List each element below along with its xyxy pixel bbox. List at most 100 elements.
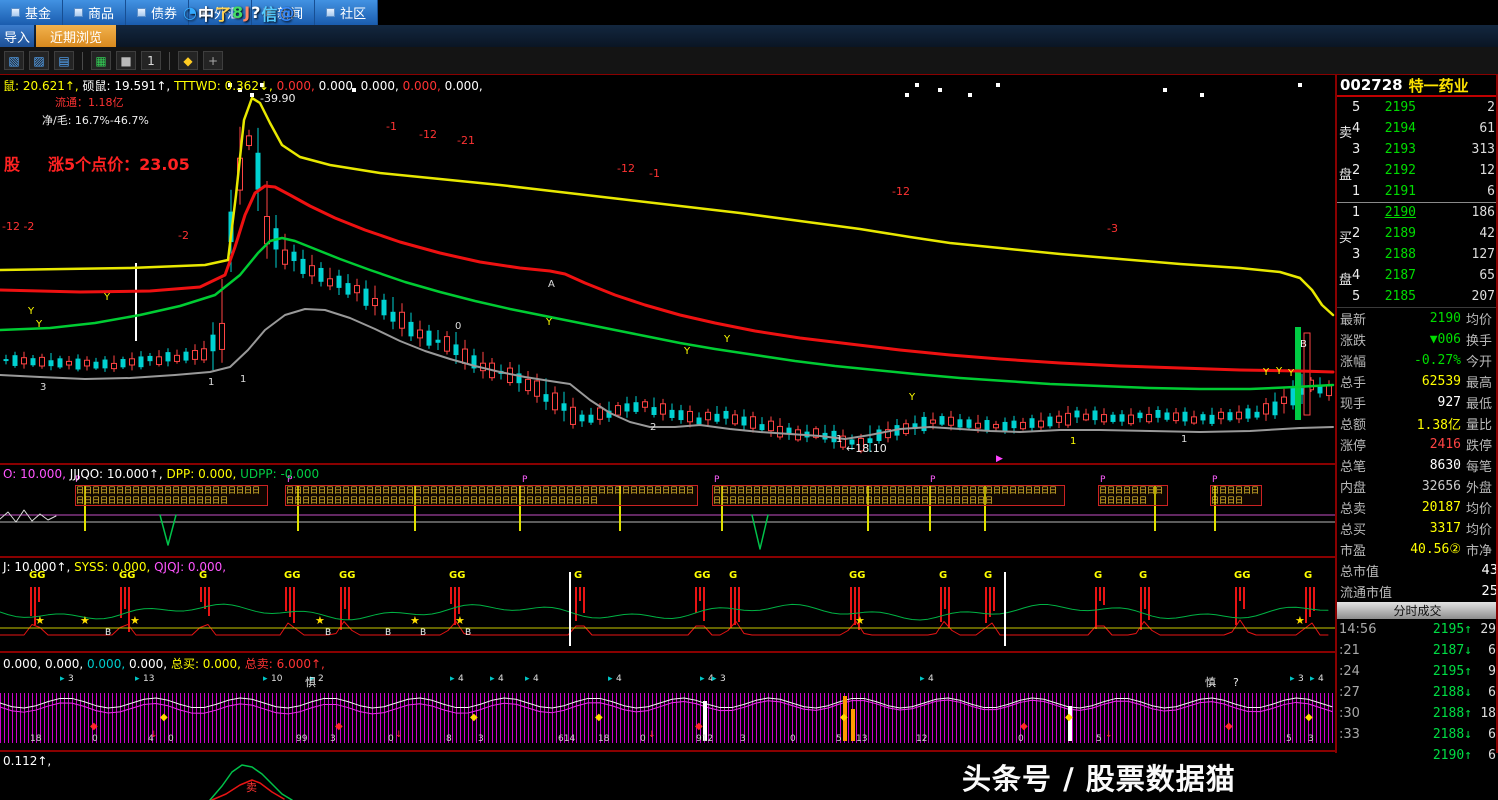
menu-item-1[interactable]: 基金	[0, 0, 63, 25]
crosshair-icon[interactable]: +	[203, 51, 223, 70]
ask-row[interactable]: 2219212	[1352, 160, 1498, 181]
grid-style-icon[interactable]: ▤	[54, 51, 74, 70]
stat-right-label: 均价	[1466, 309, 1498, 328]
menu-grid-icon	[11, 8, 20, 17]
logo-glyph: 8	[232, 3, 243, 22]
trade-volume: 6	[1472, 748, 1496, 763]
bid-row[interactable]: 52185207	[1352, 286, 1498, 307]
menu-item-2[interactable]: 商品	[63, 0, 126, 25]
stat-row: 市盈40.56② 市净	[1340, 539, 1498, 560]
level-number: 2	[1352, 163, 1366, 178]
indicator-reading: UDPP: -0.000	[240, 467, 319, 481]
ask-row[interactable]: 4219461	[1352, 118, 1498, 139]
stat-label: 市盈	[1340, 540, 1366, 559]
trade-row: :212187↓6	[1339, 640, 1496, 661]
trade-price: 2190↑	[1381, 748, 1472, 763]
volume: 61	[1416, 121, 1498, 136]
syss-header: J: 10.000↑, SYSS: 0.000, QJQJ: 0.000,	[3, 560, 226, 574]
zongmai-header: 0.000, 0.000, 0.000, 0.000, 总买: 0.000, 总…	[3, 655, 325, 672]
tab-import[interactable]: 导入	[0, 25, 34, 47]
kline-style-icon[interactable]: ▧	[4, 51, 24, 70]
jjjqo-header: O: 10.000, JJJQO: 10.000↑, DPP: 0.000, U…	[3, 467, 319, 481]
logo-glyph: 了	[215, 1, 231, 25]
indicator-panel-zongmai[interactable]: ◆◆◆◆◆◆◆◆◆◆◆▸3▸13▸10▸2▸4▸4▸4▸4▸4▸3▸4▸3▸4惧…	[0, 651, 1335, 750]
trade-row: :242195↑9	[1339, 661, 1496, 682]
level-number: 5	[1352, 100, 1366, 115]
stat-label: 涨跌	[1340, 330, 1366, 349]
stat-value: -0.27%	[1366, 353, 1461, 368]
indicator-reading: DPP: 0.000,	[167, 467, 241, 481]
buy-side-label: 买	[1339, 227, 1352, 246]
trade-row: 2190↑6	[1339, 745, 1496, 766]
tab-recent-browse[interactable]: 近期浏览	[36, 25, 116, 47]
logo-glyph: ◔	[183, 3, 197, 22]
main-kline-panel[interactable]: 流通：1.18亿净/毛: 16.7%-46.7%股涨5个点价：23.05-39.…	[0, 75, 1335, 463]
volume: 12	[1416, 163, 1498, 178]
trade-price: 2188↓	[1381, 685, 1472, 700]
stat-right-label: 最低	[1466, 393, 1498, 412]
trade-row: :272188↓6	[1339, 682, 1496, 703]
quote-stats: 最新2190均价涨跌▼006换手涨幅-0.27%今开总手62539最高现手927…	[1337, 308, 1498, 602]
stat-right-label: 外盘	[1466, 477, 1498, 496]
kline-indicator-header: 鼠: 20.621↑, 硕鼠: 19.591↑, TTTWD: 0.362↓, …	[3, 77, 483, 94]
logo-glyph: 中	[198, 1, 214, 25]
stat-value: 3317	[1366, 521, 1461, 536]
stat-label: 总市值	[1340, 561, 1379, 580]
price: 2195	[1366, 100, 1416, 115]
menu-item-6[interactable]: 社区	[315, 0, 378, 25]
level-number: 3	[1352, 142, 1366, 157]
price: 2187	[1366, 268, 1416, 283]
volume: 2	[1416, 100, 1498, 115]
menu-item-3[interactable]: 债券	[126, 0, 189, 25]
app-logo: ◔中了8J?信@	[183, 1, 294, 24]
level-number: 2	[1352, 226, 1366, 241]
stock-title-bar[interactable]: 002728 特一药业	[1337, 75, 1498, 97]
menu-item-label: 债券	[151, 3, 177, 22]
stat-label: 内盘	[1340, 477, 1366, 496]
trade-volume: 6	[1472, 727, 1496, 742]
bid-row[interactable]: 12190186	[1352, 202, 1498, 223]
bid-row[interactable]: 32188127	[1352, 244, 1498, 265]
tick-trade-list[interactable]: 14:562195↑29:212187↓6:242195↑9:272188↓6:…	[1337, 619, 1498, 766]
logo-glyph: ?	[251, 3, 260, 22]
indicator-reading: J: 10.000↑,	[3, 560, 74, 574]
stat-right-label: 每笔	[1466, 456, 1498, 475]
stat-row: 总额1.38亿量比	[1340, 413, 1498, 434]
trade-time: :33	[1339, 727, 1381, 742]
indicator-panel-jjjqo[interactable]: 日日日日日日日日日日日日日日日日日日日日日日日日日日日日日日日日日日日日日日日日…	[0, 463, 1335, 556]
stat-value: 40.56②	[1366, 542, 1461, 557]
price: 2189	[1366, 226, 1416, 241]
trade-row: 14:562195↑29	[1339, 619, 1496, 640]
ask-row[interactable]: 32193313	[1352, 139, 1498, 160]
stat-right-label: 换手	[1466, 330, 1498, 349]
trade-volume: 6	[1472, 685, 1496, 700]
stat-value: 20187	[1366, 500, 1461, 515]
indicator-panel-syss[interactable]: GGGGGGGGGGGGGGGGGGGGGGGG★★★★★★★★BBBBB J:…	[0, 556, 1335, 651]
stat-right-label: 今开	[1466, 351, 1498, 370]
stat-label: 涨停	[1340, 435, 1366, 454]
line-style-icon[interactable]: ▨	[29, 51, 49, 70]
stat-label: 总买	[1340, 519, 1366, 538]
panel-icon[interactable]: ■	[116, 51, 136, 70]
stat-row: 流通市值25	[1340, 581, 1498, 602]
stat-row: 总笔8630每笔	[1340, 455, 1498, 476]
price: 2191	[1366, 184, 1416, 199]
sell-side-label: 卖	[1339, 122, 1352, 141]
trade-time: :21	[1339, 643, 1381, 658]
ask-row[interactable]: 521952	[1352, 97, 1498, 118]
bid-row[interactable]: 2218942	[1352, 223, 1498, 244]
price: 2190	[1366, 205, 1416, 220]
stat-right-label: 市净	[1466, 540, 1498, 559]
badge-1-icon[interactable]: 1	[141, 51, 161, 70]
indicator-reading: 硕鼠: 19.591↑,	[83, 79, 175, 93]
indicator-reading: 0.000,	[129, 657, 171, 671]
price: 2192	[1366, 163, 1416, 178]
diamond-tool-icon[interactable]: ◆	[178, 51, 198, 70]
bid-row[interactable]: 4218765	[1352, 265, 1498, 286]
stat-value: 32656	[1366, 479, 1461, 494]
ask-row[interactable]: 121916	[1352, 181, 1498, 202]
green-grid-icon[interactable]: ▦	[91, 51, 111, 70]
watermark: 头条号 / 股票数据猫	[930, 753, 1350, 800]
trade-volume: 6	[1472, 643, 1496, 658]
tab-row: 导入 近期浏览	[0, 25, 1498, 47]
